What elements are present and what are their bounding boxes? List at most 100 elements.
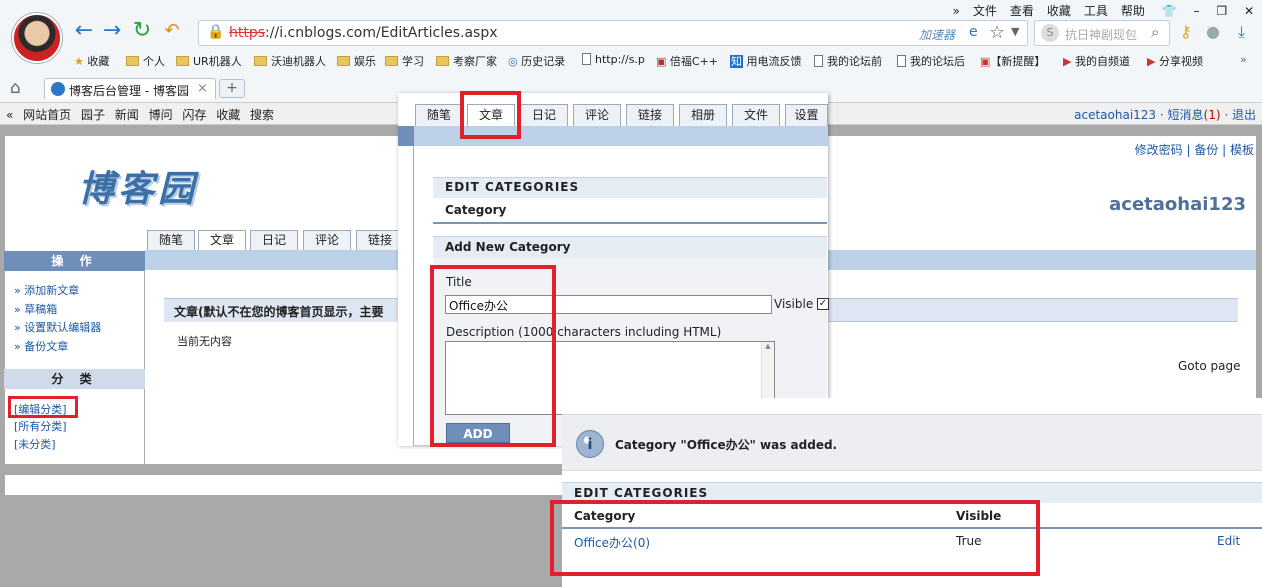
empty-message: 当前无内容 [177, 335, 232, 348]
shirt-icon[interactable]: 👕 [1162, 4, 1177, 18]
avatar[interactable] [12, 13, 62, 63]
add-category-heading: Add New Category [433, 236, 827, 258]
chevron-down-icon[interactable]: ▼ [1011, 25, 1019, 38]
ie-icon[interactable]: e [969, 24, 978, 40]
forward-icon[interactable]: → [100, 20, 124, 44]
tab-links[interactable]: 链接 [356, 230, 404, 251]
tab-posts[interactable]: 随笔 [415, 104, 463, 126]
refresh-icon[interactable]: ↻ [130, 20, 154, 44]
bookmark-item[interactable]: ▣ 倍福C++ [656, 53, 718, 69]
folder-icon [436, 56, 449, 66]
search-input[interactable]: S 抗日神剧现包 ⌕ [1034, 20, 1170, 46]
bookmark-item[interactable]: 学习 [385, 53, 424, 69]
menu-file[interactable]: 文件 [973, 4, 997, 18]
account-links[interactable]: 修改密码 | 备份 | 模板 [1135, 141, 1254, 158]
tab-links[interactable]: 链接 [626, 104, 674, 126]
bookmark-item[interactable]: 考察厂家 [436, 53, 497, 69]
bookmark-item[interactable]: 个人 [126, 53, 165, 69]
edit-link[interactable]: Edit [1217, 534, 1240, 548]
browser-menu: » 文件 查看 收藏 工具 帮助 👕 – ❐ ✕ [939, 2, 1254, 18]
site-logo[interactable]: 博客园 [78, 160, 198, 212]
menu-view[interactable]: 查看 [1010, 4, 1034, 18]
edit-categories-heading: EDIT CATEGORIES [433, 177, 827, 198]
bookmark-item[interactable]: UR机器人 [176, 53, 242, 69]
visible-label: Visible [774, 297, 814, 311]
url-text[interactable]: https://i.cnblogs.com/EditArticles.aspx [229, 25, 498, 41]
new-tab-button[interactable]: + [219, 79, 245, 98]
bookmark-item[interactable]: ▶ 我的自频道 [1063, 53, 1130, 69]
sidebar-ops-title: 操 作 [4, 251, 145, 271]
sidebar-item-editor[interactable]: » 设置默认编辑器 [14, 319, 101, 335]
star-icon[interactable]: ☆ [989, 22, 1005, 43]
sidebar-edge [398, 126, 414, 446]
user-link[interactable]: acetaohai123 [1074, 108, 1156, 122]
sidebar-item-backup[interactable]: » 备份文章 [14, 338, 68, 354]
category-column-header: Category [433, 198, 827, 224]
tab-title: 博客后台管理 - 博客园 [69, 84, 189, 98]
close-tab-icon[interactable]: × [197, 81, 208, 96]
key-icon[interactable]: ⚷ [1180, 22, 1192, 41]
tab-files[interactable]: 文件 [732, 104, 780, 126]
undo-icon[interactable]: ↶ [160, 20, 184, 44]
highlight-box [430, 265, 556, 447]
bookmark-item[interactable]: 知 用电流反馈 [730, 53, 802, 69]
folder-icon [126, 56, 139, 66]
article-header-bar [828, 298, 1238, 322]
bookmark-item[interactable]: 沃迪机器人 [254, 53, 326, 69]
highlight-box [550, 500, 1040, 576]
bookmarks-more-icon[interactable]: » [1240, 53, 1247, 69]
back-icon[interactable]: ← [72, 20, 96, 44]
bookmark-item[interactable]: 我的论坛前 [814, 53, 882, 69]
close-icon[interactable]: ✕ [1244, 4, 1254, 18]
tab-settings[interactable]: 设置 [785, 104, 828, 126]
bookmark-item[interactable]: http://s.p [582, 53, 645, 69]
menu-help[interactable]: 帮助 [1121, 4, 1145, 18]
bookmark-item[interactable]: 娱乐 [337, 53, 376, 69]
page-icon [582, 53, 591, 65]
logout-link[interactable]: 退出 [1232, 108, 1256, 122]
folder-icon [385, 56, 398, 66]
folder-icon [254, 56, 267, 66]
goto-page-label: Goto page [1178, 359, 1241, 373]
cnblogs-icon [51, 82, 65, 96]
page-icon [814, 55, 823, 67]
bookmark-item[interactable]: ★ 收藏 [74, 53, 109, 69]
user-links: acetaohai123 · 短消息(1) · 退出 [1074, 108, 1256, 122]
restore-icon[interactable]: ❐ [1216, 4, 1227, 18]
bookmark-item[interactable]: ◎ 历史记录 [508, 53, 565, 69]
address-bar[interactable]: 🔒 https://i.cnblogs.com/EditArticles.asp… [198, 20, 1028, 46]
tab-comments[interactable]: 评论 [573, 104, 621, 126]
browser-tab-active[interactable]: 博客后台管理 - 博客园 × [44, 78, 216, 99]
site-nav-links[interactable]: « 网站首页 园子 新闻 博问 闪存 收藏 搜索 [6, 106, 274, 123]
folder-icon [176, 56, 189, 66]
lock-icon: 🔒 [207, 24, 225, 40]
menu-tools[interactable]: 工具 [1084, 4, 1108, 18]
page-icon [897, 55, 906, 67]
tab-comments[interactable]: 评论 [303, 230, 351, 251]
tab-diary[interactable]: 日记 [250, 230, 298, 251]
bookmark-item[interactable]: ▣【新提醒】 [980, 53, 1045, 69]
sidebar-cat-title: 分 类 [4, 369, 145, 389]
sidebar-item-uncategorized[interactable]: [未分类] [14, 436, 56, 452]
sidebar-item-add-article[interactable]: » 添加新文章 [14, 282, 79, 298]
messages-link[interactable]: 短消息 [1168, 108, 1204, 122]
tab-posts[interactable]: 随笔 [147, 230, 195, 251]
tab-albums[interactable]: 相册 [679, 104, 727, 126]
sidebar-item-drafts[interactable]: » 草稿箱 [14, 301, 57, 317]
menu-favorites[interactable]: 收藏 [1047, 4, 1071, 18]
bookmark-item[interactable]: ▶ 分享视频 [1147, 53, 1203, 69]
visible-checkbox[interactable]: ✓ [817, 298, 829, 310]
home-icon[interactable]: ⌂ [10, 78, 21, 98]
tab-diary[interactable]: 日记 [520, 104, 568, 126]
menu-more[interactable]: » [952, 4, 959, 18]
tab-articles[interactable]: 文章 [198, 230, 246, 252]
sidebar-item-all-categories[interactable]: [所有分类] [14, 418, 67, 434]
search-icon[interactable]: ⌕ [1151, 23, 1159, 41]
accelerator-label[interactable]: 加速器 [919, 26, 955, 43]
blog-username: acetaohai123 [1109, 194, 1246, 215]
highlight-box [8, 396, 78, 418]
bookmark-item[interactable]: 我的论坛后 [897, 53, 965, 69]
chat-icon[interactable]: ● [1206, 22, 1220, 41]
minimize-icon[interactable]: – [1194, 4, 1200, 18]
download-icon[interactable]: ⤓ [1238, 22, 1245, 42]
